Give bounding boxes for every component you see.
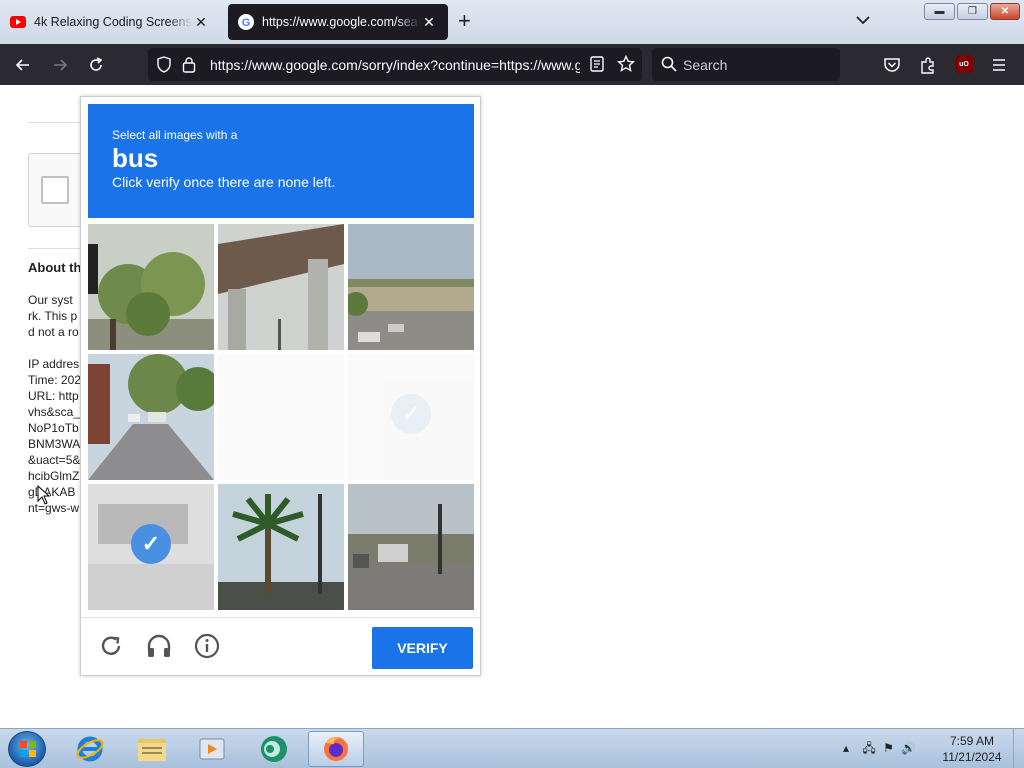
divider: [28, 122, 88, 123]
recaptcha-challenge: Select all images with a bus Click verif…: [80, 96, 481, 676]
maximize-button[interactable]: ❐: [957, 3, 988, 20]
media-player-icon[interactable]: [184, 731, 240, 767]
file-explorer-icon[interactable]: [124, 731, 180, 767]
request-details: IP addres Time: 202 URL: http vhs&sca_ N…: [28, 357, 81, 515]
about-paragraph: Our syst rk. This p d not a ro: [28, 293, 79, 339]
tab-strip: 4k Relaxing Coding Screensaver ✕ G https…: [0, 0, 1024, 44]
search-box[interactable]: Search: [652, 48, 840, 81]
close-window-button[interactable]: ✕: [990, 3, 1020, 20]
bookmark-star-icon[interactable]: [616, 54, 636, 78]
recaptcha-anchor: [28, 153, 88, 227]
menu-icon[interactable]: [986, 52, 1012, 78]
search-icon: [661, 56, 677, 75]
app-icon[interactable]: [246, 731, 302, 767]
network-icon[interactable]: 🖧: [862, 741, 875, 755]
reload-button[interactable]: [83, 52, 109, 78]
close-tab-icon[interactable]: ✕: [420, 14, 438, 31]
image-tile[interactable]: [218, 224, 344, 350]
verify-button[interactable]: VERIFY: [372, 627, 473, 669]
search-placeholder: Search: [683, 57, 728, 73]
navigation-toolbar: https://www.google.com/sorry/index?conti…: [0, 44, 1024, 85]
volume-icon[interactable]: 🔊: [901, 741, 916, 755]
recaptcha-checkbox[interactable]: [41, 176, 69, 204]
reader-view-icon[interactable]: [590, 56, 604, 77]
url-text[interactable]: https://www.google.com/sorry/index?conti…: [210, 57, 580, 73]
tab-youtube[interactable]: 4k Relaxing Coding Screensaver ✕: [0, 4, 220, 40]
list-all-tabs-icon[interactable]: [856, 12, 870, 30]
minimize-button[interactable]: ▬: [924, 3, 955, 20]
window-controls: ▬ ❐ ✕: [924, 3, 1020, 20]
lock-icon[interactable]: [182, 56, 196, 78]
image-tile[interactable]: [348, 484, 474, 610]
tab-title: https://www.google.com/search: [262, 15, 420, 29]
image-tile[interactable]: [88, 354, 214, 480]
start-button[interactable]: [8, 731, 46, 767]
system-tray: ▴ 🖧 ⚑ 🔊: [843, 739, 916, 760]
about-heading: About th: [28, 260, 82, 275]
image-tile[interactable]: ✓: [88, 484, 214, 610]
clock-time: 7:59 AM: [949, 734, 995, 748]
tab-google[interactable]: G https://www.google.com/search ✕: [228, 4, 448, 40]
close-tab-icon[interactable]: ✕: [192, 14, 210, 31]
mouse-cursor-icon: [37, 484, 51, 510]
image-tile[interactable]: [218, 354, 344, 480]
address-bar[interactable]: https://www.google.com/sorry/index?conti…: [148, 48, 642, 81]
image-tile[interactable]: ✓: [348, 354, 474, 480]
divider: [28, 248, 88, 249]
image-tile[interactable]: [88, 224, 214, 350]
image-tile[interactable]: [348, 224, 474, 350]
svg-text:G: G: [242, 17, 251, 29]
challenge-target: bus: [112, 143, 159, 173]
forward-button[interactable]: [47, 52, 73, 78]
show-desktop-button[interactable]: [1013, 729, 1024, 768]
challenge-instruction: Select all images with a: [112, 128, 238, 142]
image-tile[interactable]: [218, 484, 344, 610]
firefox-icon[interactable]: [308, 731, 364, 767]
challenge-header: Select all images with a bus Click verif…: [88, 104, 474, 218]
audio-challenge-icon[interactable]: [144, 631, 174, 661]
show-hidden-icons-icon[interactable]: ▴: [843, 741, 849, 755]
action-center-flag-icon[interactable]: ⚑: [883, 741, 894, 755]
reload-challenge-icon[interactable]: [96, 631, 126, 661]
image-grid: ✓ ✓: [88, 224, 474, 610]
challenge-subtext: Click verify once there are none left.: [112, 174, 336, 190]
info-icon[interactable]: [192, 631, 222, 661]
selected-check-icon: ✓: [131, 524, 171, 564]
clock-date: 11/21/2024: [942, 750, 1002, 764]
ublock-origin-icon[interactable]: uO: [955, 55, 973, 73]
challenge-footer: VERIFY: [81, 617, 480, 675]
shield-icon[interactable]: [156, 56, 172, 78]
youtube-icon: [10, 14, 26, 30]
tab-title: 4k Relaxing Coding Screensaver: [34, 15, 192, 29]
internet-explorer-icon[interactable]: [62, 731, 118, 767]
pocket-icon[interactable]: [879, 52, 905, 78]
selected-check-icon: ✓: [391, 394, 431, 434]
new-tab-button[interactable]: +: [458, 10, 471, 32]
back-button[interactable]: [10, 52, 36, 78]
clock[interactable]: 7:59 AM 11/21/2024: [936, 733, 1008, 765]
taskbar: ▴ 🖧 ⚑ 🔊 7:59 AM 11/21/2024: [0, 728, 1024, 768]
google-icon: G: [238, 14, 254, 30]
extensions-icon[interactable]: [915, 52, 941, 78]
